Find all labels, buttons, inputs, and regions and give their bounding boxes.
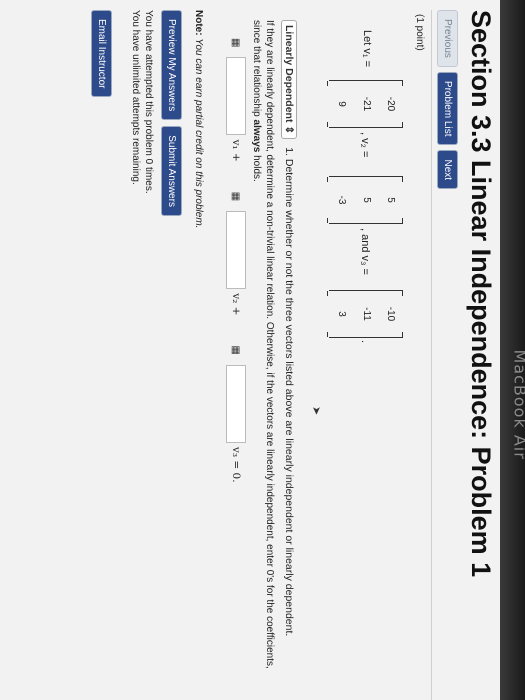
equation-editor-icon[interactable]: ▦ — [231, 192, 242, 201]
note-text: You can earn partial credit on this prob… — [193, 38, 204, 229]
vector-v2: 5 5 -3 — [329, 176, 403, 224]
email-instructor-button[interactable]: Email Instructor — [91, 10, 112, 98]
instruction-text: If they are linearly dependent, determin… — [250, 20, 276, 690]
let-v1-label: Let v₁ = — [361, 30, 373, 68]
eq-term-v1: v₁ + — [230, 139, 242, 162]
v2-label: , v₂ = — [359, 132, 371, 158]
coefficient-2-input[interactable] — [226, 211, 246, 290]
instruction-part-2: holds. — [251, 155, 262, 182]
dependence-select[interactable]: Linearly Dependent ⇕ — [281, 20, 297, 140]
preview-answers-button[interactable]: Preview My Answers — [161, 10, 182, 121]
v1-entry-3: 9 — [335, 101, 347, 107]
attempt-status: You have attempted this problem 0 times.… — [129, 10, 155, 194]
device-label: MacBook Air — [510, 349, 525, 460]
points-label: (1 point) — [414, 14, 425, 51]
coefficient-1-input[interactable] — [226, 57, 246, 136]
problem-body: (1 point) Let v₁ = -20 -21 9 , v₂ = 5 5 … — [215, 10, 432, 700]
v3-entry-2: -11 — [360, 307, 372, 321]
equation-editor-icon[interactable]: ▦ — [231, 345, 242, 354]
v1-entry-1: -20 — [385, 96, 397, 112]
note-label: Note: — [193, 10, 204, 36]
v2-entry-1: 5 — [385, 197, 397, 203]
v2-entry-2: 5 — [360, 197, 372, 203]
v3-entry-3: 3 — [335, 311, 347, 317]
previous-button[interactable]: Previous — [437, 10, 458, 67]
instruction-always: always — [251, 119, 262, 153]
v3-entry-1: -10 — [385, 306, 397, 322]
v2-entry-3: -3 — [335, 195, 347, 205]
next-button[interactable]: Next — [437, 150, 458, 190]
submit-answers-button[interactable]: Submit Answers — [161, 126, 182, 216]
eq-term-v2: v₂ + — [230, 293, 242, 316]
v3-label: , and v₃ = — [359, 228, 371, 275]
laptop-bezel: MacBook Air — [500, 0, 525, 700]
partial-credit-note: Note: You can earn partial credit on thi… — [193, 10, 204, 228]
attempts-line-1: You have attempted this problem 0 times. — [143, 10, 154, 194]
email-section: Email Instructor — [91, 10, 112, 98]
eq-term-v3: v₃ = 0. — [230, 446, 242, 483]
instruction-part-1: If they are linearly dependent, determin… — [251, 20, 275, 669]
question-text: 1. Determine whether or not the three ve… — [283, 147, 295, 637]
select-arrows-icon: ⇕ — [283, 125, 295, 135]
problem-nav: Previous Problem List Next — [437, 10, 458, 190]
answer-actions: Preview My Answers Submit Answers — [161, 10, 182, 216]
question-row: Linearly Dependent ⇕ 1. Determine whethe… — [281, 20, 297, 636]
coefficient-3-input[interactable] — [226, 364, 246, 443]
v1-entry-2: -21 — [360, 96, 372, 112]
end-period: . — [359, 340, 371, 344]
problem-page: Section 3.3 Linear Independence: Problem… — [0, 0, 500, 700]
dependence-select-value: Linearly Dependent — [283, 25, 295, 123]
vector-v3: -10 -11 3 — [329, 290, 403, 338]
attempts-line-2: You have unlimited attempts remaining. — [130, 10, 141, 185]
problem-list-button[interactable]: Problem List — [437, 71, 458, 146]
vector-v1: -20 -21 9 — [329, 80, 403, 128]
equation-editor-icon[interactable]: ▦ — [231, 38, 242, 47]
page-title: Section 3.3 Linear Independence: Problem… — [466, 10, 496, 578]
linear-relation-row: ▦ v₁ + ▦ v₂ + ▦ v₃ = 0. — [226, 38, 246, 513]
mouse-cursor-icon: ➤ — [310, 406, 322, 416]
